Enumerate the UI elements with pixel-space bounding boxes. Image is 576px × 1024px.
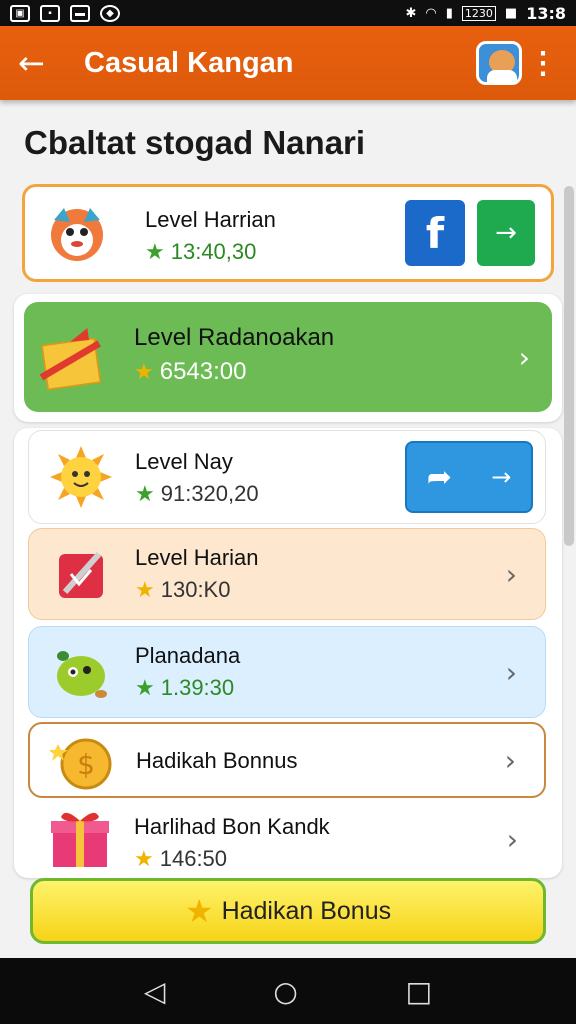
- battery-percentage: 1230: [461, 5, 496, 21]
- battery-icon: ■: [504, 5, 518, 21]
- arrow-right-icon: →: [491, 463, 512, 491]
- green-star-icon: ★: [145, 239, 165, 265]
- red-gift-icon: [46, 804, 114, 872]
- item-value: 13:40,30: [170, 239, 257, 264]
- gold-star-icon: ★: [184, 892, 214, 930]
- signal-icon: ▮: [445, 5, 453, 21]
- item-title: Level Harian: [135, 545, 259, 570]
- go-button[interactable]: →: [477, 200, 535, 266]
- kebab-menu-icon[interactable]: ⋮: [522, 46, 558, 81]
- item-title: Level Nay: [135, 449, 233, 474]
- recents-square-icon[interactable]: □: [406, 975, 432, 1008]
- mail-notification-icon: ▬: [70, 4, 90, 22]
- gold-star-icon: ★: [134, 846, 154, 872]
- gold-star-icon: ★: [135, 577, 155, 603]
- chevron-right-icon: ›: [505, 655, 517, 689]
- share-arrow-icon: ➦: [426, 459, 452, 495]
- item-value: 6543:00: [159, 358, 247, 385]
- back-triangle-icon[interactable]: ◁: [144, 975, 166, 1008]
- image-notification-icon: ▣: [10, 4, 30, 22]
- gift-box-icon: [38, 323, 106, 391]
- hadikan-bonus-button[interactable]: ★ Hadikan Bonus: [30, 878, 546, 944]
- svg-text:$: $: [77, 748, 95, 781]
- bonus-button-label: Hadikan Bonus: [221, 896, 392, 925]
- item-value: 1.39:30: [160, 675, 235, 700]
- profile-avatar[interactable]: [476, 41, 522, 85]
- item-title: Level Radanoakan: [134, 324, 335, 351]
- system-nav-bar: ◁ ○ □: [0, 958, 576, 1024]
- bluetooth-icon: ✱: [405, 5, 417, 21]
- item-value: 130:K0: [160, 577, 231, 602]
- app-bar: ← Casual Kangan ⋮: [0, 26, 576, 100]
- wifi-icon: ◠: [425, 5, 437, 21]
- item-title: Planadana: [135, 643, 241, 668]
- gold-star-icon: ★: [134, 359, 154, 385]
- home-circle-icon[interactable]: ○: [273, 975, 297, 1008]
- clock: 13:8: [526, 3, 566, 23]
- red-card-icon: [47, 540, 115, 608]
- item-value: 91:320,20: [160, 481, 259, 506]
- bonus-kandk-card[interactable]: Harlihad Bon Kandk ★ 146:50 ›: [28, 804, 546, 874]
- chevron-right-icon: ›: [505, 557, 517, 591]
- green-star-icon: ★: [135, 481, 155, 507]
- green-star-icon: ★: [135, 675, 155, 701]
- chevron-right-icon: ›: [506, 822, 518, 856]
- sun-character-icon: [47, 443, 115, 511]
- item-value: 146:50: [159, 846, 228, 871]
- chevron-right-icon: ›: [518, 340, 530, 374]
- back-arrow-icon[interactable]: ←: [18, 44, 64, 82]
- item-title: Level Harrian: [145, 207, 276, 232]
- level-card-harrian[interactable]: Level Harrian ★ 13:40,30 f →: [22, 184, 554, 282]
- chevron-right-icon: ›: [504, 743, 516, 777]
- item-title: Hadikah Bonnus: [136, 748, 298, 773]
- page-heading: Cbaltat stogad Nanari: [24, 124, 366, 161]
- level-card-harian[interactable]: Level Harian ★ 130:K0 ›: [28, 528, 546, 620]
- shield-notification-icon: ◆: [100, 4, 120, 22]
- fox-mascot-icon: [43, 199, 111, 267]
- status-bar: ▣ ▪ ▬ ◆ ✱ ◠ ▮ 1230 ■ 13:8: [0, 0, 576, 26]
- level-card-planadana[interactable]: Planadana ★ 1.39:30 ›: [28, 626, 546, 718]
- scrollbar[interactable]: [564, 186, 574, 546]
- item-title: Harlihad Bon Kandk: [134, 814, 330, 839]
- share-button[interactable]: ➦ →: [405, 441, 533, 513]
- photo-notification-icon: ▪: [40, 4, 60, 22]
- facebook-share-button[interactable]: f: [405, 200, 465, 266]
- level-card-radanoakan[interactable]: Level Radanoakan ★ 6543:00 ›: [24, 302, 552, 412]
- hadikah-bonus-card[interactable]: $ Hadikah Bonnus ›: [28, 722, 546, 798]
- gold-coin-icon: $: [48, 728, 116, 796]
- green-monster-icon: [47, 638, 115, 706]
- avatar-body: [487, 70, 517, 82]
- level-card-nay[interactable]: Level Nay ★ 91:320,20 ➦ →: [28, 430, 546, 524]
- app-title: Casual Kangan: [84, 46, 294, 79]
